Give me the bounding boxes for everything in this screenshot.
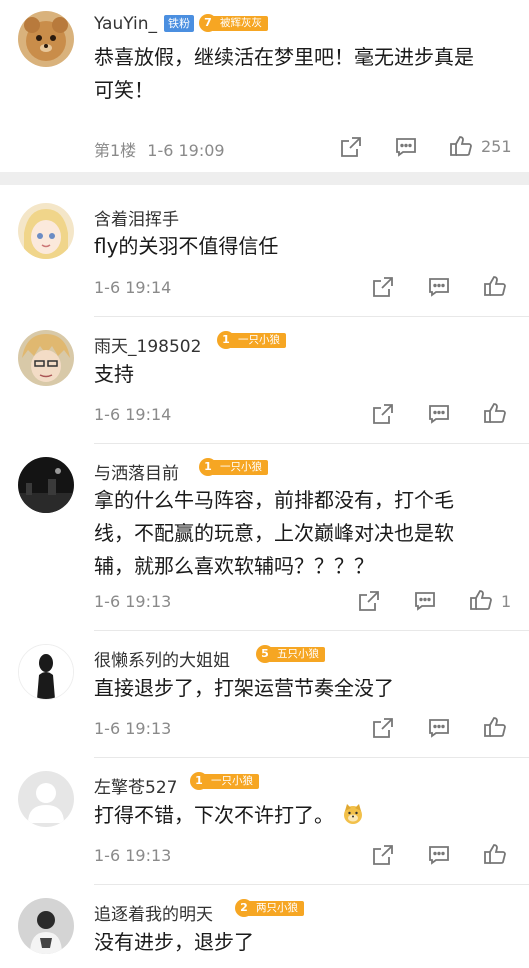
comment-text: 没有进步，退步了: [94, 930, 254, 954]
thumbs-up-icon[interactable]: [483, 274, 507, 298]
comment-text: 支持: [94, 362, 134, 386]
avatar[interactable]: [18, 771, 74, 827]
share-icon[interactable]: [371, 843, 395, 867]
section-divider: [0, 172, 529, 185]
username[interactable]: 雨天_198502: [94, 332, 201, 357]
comment-text: fly的关羽不值得信任: [94, 234, 279, 258]
share-icon[interactable]: [339, 135, 363, 159]
level-badge: 7 被辉灰灰: [199, 14, 268, 32]
level-number: 1: [190, 772, 208, 790]
username[interactable]: 左擎苍527: [94, 773, 177, 798]
timestamp: 1-6 19:14: [94, 278, 172, 297]
comment-text: 恭喜放假，继续活在梦里吧！毫无进步真是 可笑！: [94, 45, 474, 102]
row-divider: [94, 443, 529, 444]
timestamp: 1-6 19:14: [94, 405, 172, 424]
level-number: 1: [199, 458, 217, 476]
level-title: 一只小狼: [211, 459, 268, 475]
row-divider: [94, 630, 529, 631]
level-badge: 1 一只小狼: [199, 458, 268, 476]
thumbs-up-icon[interactable]: [483, 842, 507, 866]
level-title: 五只小狼: [268, 646, 325, 662]
comment-icon[interactable]: [427, 843, 451, 867]
level-badge: 5 五只小狼: [256, 645, 325, 663]
thumbs-up-icon[interactable]: [483, 401, 507, 425]
row-divider: [94, 884, 529, 885]
share-icon[interactable]: [357, 589, 381, 613]
comment-icon[interactable]: [427, 275, 451, 299]
level-title: 一只小狼: [229, 332, 286, 348]
username[interactable]: 与洒落目前: [94, 459, 179, 484]
username[interactable]: YauYin_: [94, 14, 157, 34]
fan-badge: 铁粉: [164, 15, 194, 32]
share-icon[interactable]: [371, 716, 395, 740]
avatar[interactable]: [18, 644, 74, 700]
timestamp: 1-6 19:13: [94, 592, 172, 611]
avatar[interactable]: [18, 898, 74, 954]
row-divider: [94, 316, 529, 317]
avatar[interactable]: [18, 11, 74, 67]
thumbs-up-icon[interactable]: [449, 134, 473, 158]
level-badge: 1 一只小狼: [217, 331, 286, 349]
level-title: 两只小狼: [247, 900, 304, 916]
level-number: 1: [217, 331, 235, 349]
floor-label: 第1楼: [94, 141, 137, 160]
doge-emoji-icon: [342, 802, 364, 824]
share-icon[interactable]: [371, 275, 395, 299]
avatar[interactable]: [18, 203, 74, 259]
comment-meta: 第1楼 1-6 19:09: [94, 137, 225, 161]
avatar[interactable]: [18, 457, 74, 513]
level-number: 7: [199, 14, 217, 32]
timestamp: 1-6 19:09: [147, 141, 225, 160]
comment-text: 直接退步了，打架运营节奏全没了: [94, 676, 394, 700]
comment-icon[interactable]: [427, 716, 451, 740]
comment-icon[interactable]: [413, 589, 437, 613]
comment-icon[interactable]: [394, 135, 418, 159]
share-icon[interactable]: [371, 402, 395, 426]
avatar[interactable]: [18, 330, 74, 386]
like-count: 1: [501, 592, 512, 611]
like-count: 251: [481, 137, 512, 156]
level-number: 5: [256, 645, 274, 663]
thumbs-up-icon[interactable]: [469, 588, 493, 612]
comment-text: 拿的什么牛马阵容，前排都没有，打个毛 线，不配赢的玩意，上次巅峰对决也是软 辅，…: [94, 488, 454, 578]
level-title: 被辉灰灰: [211, 15, 268, 31]
comment-text: 打得不错，下次不许打了。: [94, 799, 364, 832]
username[interactable]: 很懒系列的大姐姐: [94, 646, 230, 671]
thumbs-up-icon[interactable]: [483, 715, 507, 739]
level-title: 一只小狼: [202, 773, 259, 789]
username[interactable]: 追逐着我的明天: [94, 900, 213, 925]
level-number: 2: [235, 899, 253, 917]
timestamp: 1-6 19:13: [94, 846, 172, 865]
timestamp: 1-6 19:13: [94, 719, 172, 738]
comment-icon[interactable]: [427, 402, 451, 426]
level-badge: 1 一只小狼: [190, 772, 259, 790]
row-divider: [94, 757, 529, 758]
username[interactable]: 含着泪挥手: [94, 205, 179, 230]
level-badge: 2 两只小狼: [235, 899, 304, 917]
